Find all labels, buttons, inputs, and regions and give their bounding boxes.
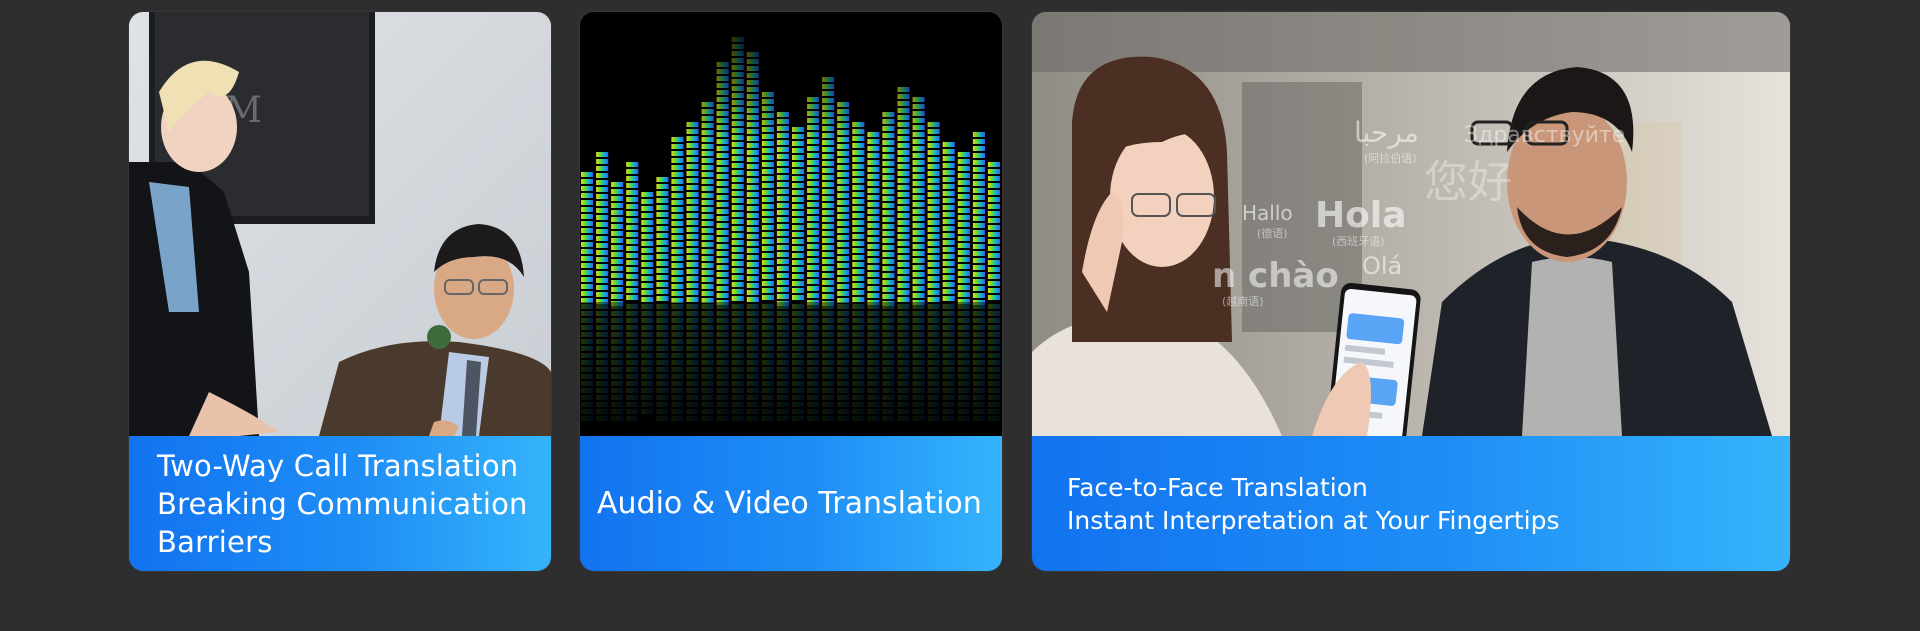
audio-equalizer-image	[580, 12, 1002, 436]
greeting-russian: Здравствуйте	[1464, 123, 1625, 148]
greeting-spanish: Hola	[1315, 195, 1407, 236]
greeting-arabic-sub: (阿拉伯语)	[1364, 151, 1417, 165]
greeting-german-sub: (德语)	[1257, 226, 1288, 240]
greeting-chinese: 您好	[1424, 157, 1512, 208]
card-caption: Audio & Video Translation	[580, 436, 1002, 571]
feature-card-audio-video[interactable]: Audio & Video Translation	[580, 12, 1002, 571]
caption-line-2: Instant Interpretation at Your Fingertip…	[1067, 505, 1560, 535]
greeting-portuguese: Olá	[1362, 252, 1402, 280]
greeting-spanish-sub: (西班牙语)	[1332, 235, 1385, 248]
feature-card-two-way-call[interactable]: AM Two-Way Call Translation Breaking Com…	[129, 12, 551, 571]
feature-card-face-to-face[interactable]: مرحبا (阿拉伯语) Здравствуйте 您好 Hallo (德语) …	[1032, 12, 1790, 571]
greeting-german: Hallo	[1242, 201, 1293, 225]
face-to-face-image: مرحبا (阿拉伯语) Здравствуйте 您好 Hallo (德语) …	[1032, 12, 1790, 436]
greeting-vietnamese: n chào	[1212, 256, 1339, 296]
caption-line-1: Face-to-Face Translation	[1067, 472, 1368, 502]
caption-line-2: Breaking Communication	[157, 486, 528, 521]
caption-line-1: Two-Way Call Translation	[157, 448, 519, 483]
caption-line-3: Barriers	[157, 524, 273, 559]
greeting-vietnamese-sub: (越南语)	[1222, 294, 1264, 308]
card-caption: Two-Way Call Translation Breaking Commun…	[129, 436, 551, 571]
caption-line-1: Audio & Video Translation	[597, 485, 982, 521]
greeting-arabic: مرحبا	[1354, 116, 1419, 149]
business-handshake-image: AM	[129, 12, 551, 436]
card-caption: Face-to-Face Translation Instant Interpr…	[1032, 436, 1790, 571]
